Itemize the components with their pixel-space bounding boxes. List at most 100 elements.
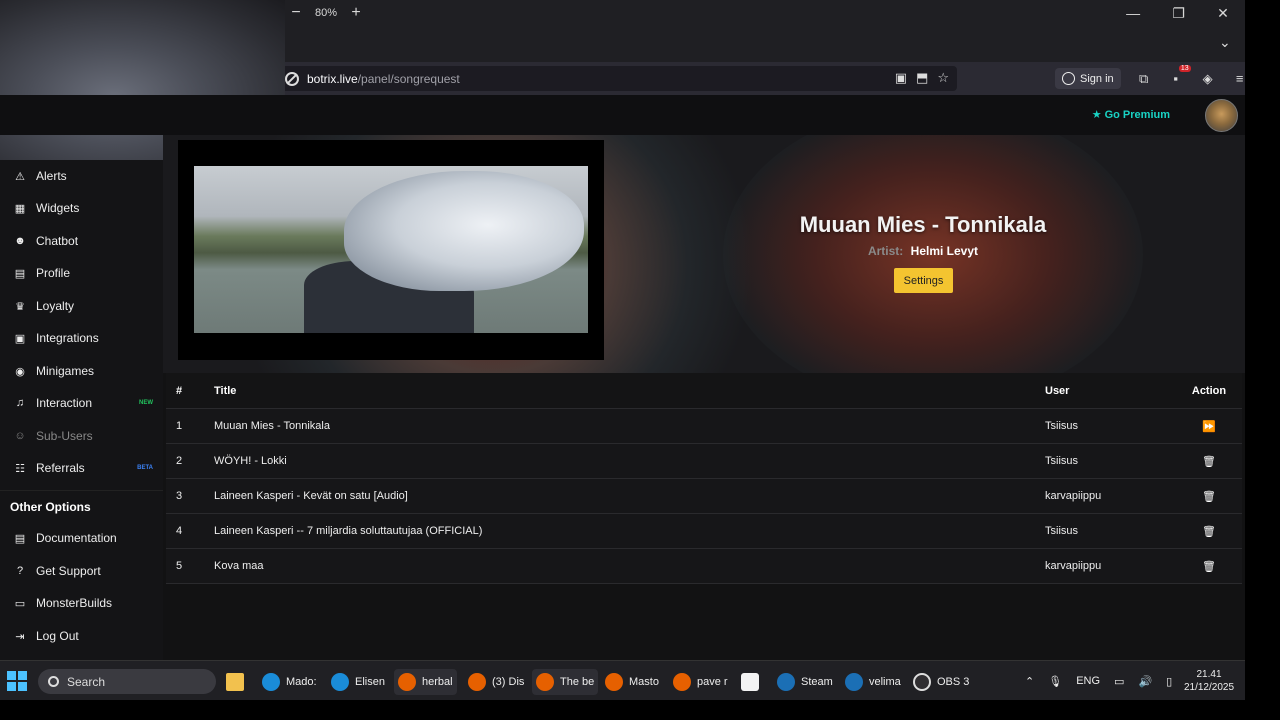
- microsoft-store-icon[interactable]: [741, 669, 765, 695]
- extensions-icon[interactable]: ⧉: [1135, 70, 1153, 88]
- sidebar-item-label: Interaction: [36, 396, 93, 410]
- restore-icon[interactable]: ❐: [1172, 5, 1185, 22]
- settings-button[interactable]: Settings: [894, 268, 953, 293]
- url-text[interactable]: botrix.live/panel/songrequest: [307, 72, 460, 86]
- extension-badge: 13: [1178, 64, 1191, 72]
- sidebar-item-integrations[interactable]: ▣ Integrations: [0, 324, 163, 352]
- sidebar-item-label: Documentation: [36, 531, 117, 545]
- address-bar[interactable]: botrix.live/panel/songrequest ▣ ⬒ ☆: [275, 66, 957, 91]
- now-playing-artist: Artist: Helmi Levyt: [718, 244, 1128, 258]
- taskbar-search[interactable]: Search: [38, 669, 216, 694]
- edge-icon: [331, 673, 349, 691]
- firefox-icon: [605, 673, 623, 691]
- sidebar-item-loyalty[interactable]: ♛ Loyalty: [0, 292, 163, 320]
- close-icon[interactable]: ✕: [1217, 5, 1229, 22]
- row-user: Tsiisus: [1045, 525, 1079, 537]
- widgets-icon: ▦: [14, 202, 26, 215]
- trash-icon[interactable]: 🗑: [1202, 455, 1216, 468]
- obs-icon: [913, 673, 931, 691]
- taskbar-app[interactable]: velima: [845, 669, 901, 695]
- chevron-up-icon[interactable]: ⌃: [1025, 675, 1034, 688]
- minimize-icon[interactable]: —: [1126, 5, 1140, 21]
- file-explorer-icon[interactable]: [226, 669, 250, 695]
- song-queue-table: # Title User Action 1 Muuan Mies - Tonni…: [166, 373, 1242, 584]
- go-premium-link[interactable]: ★ Go Premium: [1091, 108, 1170, 122]
- row-num: 3: [176, 490, 183, 502]
- steam-icon: [845, 673, 863, 691]
- taskbar-app[interactable]: (3) Dis: [468, 669, 524, 695]
- taskbar-app[interactable]: herbal: [394, 669, 457, 695]
- row-title: WÖYH! - Lokki: [214, 455, 287, 467]
- video-fish-head: [344, 171, 584, 291]
- sign-in-button[interactable]: Sign in: [1055, 68, 1121, 89]
- now-playing-title: Muuan Mies - Tonnikala: [799, 212, 1047, 237]
- trash-icon[interactable]: 🗑: [1202, 525, 1216, 538]
- zoom-in-button[interactable]: +: [345, 4, 367, 22]
- taskbar-clock[interactable]: 21.41 21/12/2025: [1178, 668, 1240, 694]
- sidebar-item-referrals[interactable]: ☷ Referrals BETA: [0, 454, 163, 482]
- bookmark-star-icon[interactable]: ☆: [937, 70, 949, 86]
- taskbar-app[interactable]: The be: [532, 669, 599, 695]
- language-indicator[interactable]: ENG: [1076, 675, 1100, 687]
- sidebar-item-label: Sub-Users: [36, 429, 93, 443]
- taskbar-app[interactable]: Mado:: [262, 669, 317, 695]
- star-icon: ★: [1091, 109, 1102, 121]
- taskbar-app[interactable]: pave r: [673, 669, 728, 695]
- row-title: Kova maa: [214, 560, 264, 572]
- sidebar-item-get-support[interactable]: ? Get Support: [0, 557, 163, 585]
- network-icon[interactable]: ▭: [1114, 675, 1124, 688]
- sidebar-item-monsterbuilds[interactable]: ▭ MonsterBuilds: [0, 589, 163, 617]
- tracking-protection-icon[interactable]: [285, 71, 299, 86]
- document-icon: ▤: [14, 532, 26, 545]
- save-to-pocket-icon[interactable]: ⬒: [916, 70, 928, 86]
- video-player[interactable]: [178, 140, 604, 360]
- sidebar-item-documentation[interactable]: ▤ Documentation: [0, 524, 163, 552]
- trash-icon[interactable]: 🗑: [1202, 490, 1216, 503]
- sidebar-item-sub-users[interactable]: ☺ Sub-Users: [0, 422, 163, 450]
- users-icon: ☺: [14, 430, 26, 442]
- avatar[interactable]: [1205, 99, 1238, 132]
- sidebar-item-interaction[interactable]: ♫ Interaction NEW: [0, 389, 163, 417]
- taskbar-app[interactable]: Masto: [605, 669, 659, 695]
- firefox-icon: [536, 673, 554, 691]
- integration-icon: ▣: [14, 332, 26, 345]
- picture-in-picture-icon[interactable]: ▣: [895, 70, 907, 86]
- taskbar-app-label: The be: [560, 676, 595, 688]
- sidebar-item-label: MonsterBuilds: [36, 596, 113, 610]
- row-user: Tsiisus: [1045, 455, 1079, 467]
- site-header: ★ Go Premium: [0, 95, 1245, 135]
- video-frame[interactable]: [194, 166, 588, 333]
- zoom-level[interactable]: 80%: [315, 7, 337, 19]
- taskbar-app[interactable]: OBS 3: [913, 669, 969, 695]
- sidebar-item-label: Get Support: [36, 564, 101, 578]
- taskbar-app[interactable]: Steam: [777, 669, 833, 695]
- sidebar-item-log-out[interactable]: ⇥ Log Out: [0, 622, 163, 650]
- windows-start-icon[interactable]: [7, 671, 27, 691]
- go-premium-label: Go Premium: [1104, 108, 1170, 121]
- firefox-icon: [673, 673, 691, 691]
- chevron-down-icon[interactable]: ⌄: [1219, 34, 1231, 51]
- microphone-icon[interactable]: 🎙: [1048, 675, 1062, 688]
- sidebar-item-widgets[interactable]: ▦ Widgets: [0, 194, 163, 222]
- extension-icon[interactable]: ▪ 13: [1167, 64, 1191, 88]
- taskbar-app[interactable]: Elisen: [331, 669, 385, 695]
- row-action: ⏩: [1186, 409, 1232, 443]
- sidebar-item-profile[interactable]: ▤ Profile: [0, 259, 163, 287]
- id-card-icon: ▤: [14, 267, 26, 280]
- firefox-icon: [398, 673, 416, 691]
- zoom-out-button[interactable]: −: [285, 4, 307, 22]
- taskbar-app-label: velima: [869, 676, 901, 688]
- sidebar-item-minigames[interactable]: ◉ Minigames: [0, 357, 163, 385]
- skip-forward-icon[interactable]: ⏩: [1202, 420, 1216, 433]
- system-tray: ⌃ 🎙 ENG ▭ 🔊 ▯: [1025, 661, 1172, 701]
- help-icon: ?: [16, 565, 24, 577]
- sidebar-item-label: Integrations: [36, 331, 99, 345]
- trash-icon[interactable]: 🗑: [1202, 560, 1216, 573]
- sidebar-item-chatbot[interactable]: ☻ Chatbot: [0, 227, 163, 255]
- battery-icon[interactable]: ▯: [1166, 675, 1172, 688]
- sidebar-item-alerts[interactable]: ⚠ Alerts: [0, 162, 163, 190]
- volume-icon[interactable]: 🔊: [1138, 675, 1152, 688]
- extension-icon-2[interactable]: ◈: [1199, 70, 1217, 88]
- song-request-panel: Muuan Mies - Tonnikala Artist: Helmi Lev…: [163, 135, 1245, 660]
- new-badge: NEW: [139, 400, 153, 406]
